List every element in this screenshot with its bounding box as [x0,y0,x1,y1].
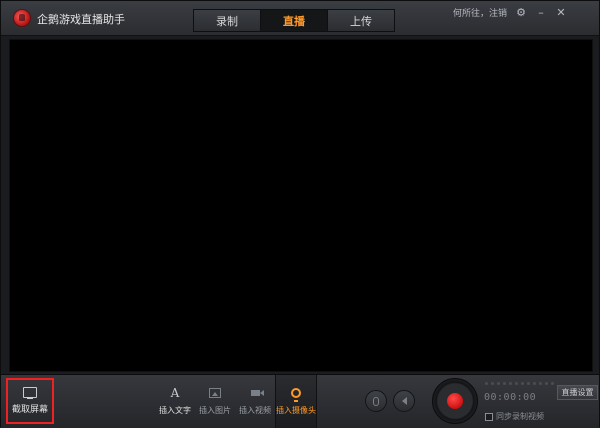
sync-record-option: 同步录制视频 [485,411,544,422]
user-links: 何所往，注销 [453,6,507,19]
penguin-logo-icon [14,10,30,26]
live-preview-area [9,39,593,372]
bottom-toolbar: 截取屏幕 A 插入文字 插入图片 插入视频 插入摄像头 00:00:00 同步录… [1,374,599,428]
insert-video-button[interactable]: 插入视频 [235,375,275,428]
monitor-icon [23,387,37,399]
insert-video-label: 插入视频 [239,406,271,415]
user-separator: ， [479,9,489,19]
audio-level-meter [485,382,554,385]
title-bar: 企鹅游戏直播助手 录制 直播 上传 何所往，注销 ⚙ – ✕ [1,1,599,36]
sync-record-checkbox[interactable] [485,412,493,421]
broadcast-timer: 00:00:00 [484,392,537,403]
text-icon: A [170,386,180,400]
insert-image-button[interactable]: 插入图片 [195,375,235,428]
insert-text-button[interactable]: A 插入文字 [155,375,195,428]
sync-record-label: 同步录制视频 [496,412,544,421]
speaker-button[interactable] [393,390,415,412]
insert-camera-label: 插入摄像头 [276,406,316,415]
close-icon[interactable]: ✕ [555,7,567,19]
user-area: 何所往，注销 ⚙ – ✕ [453,6,567,19]
gear-icon[interactable]: ⚙ [515,7,527,19]
microphone-button[interactable] [365,390,387,412]
record-dot-icon [447,393,463,409]
logout-link[interactable]: 注销 [489,9,507,19]
app-window: 企鹅游戏直播助手 录制 直播 上传 何所往，注销 ⚙ – ✕ 截取屏幕 A 插入… [0,0,600,428]
speaker-icon [401,397,407,405]
capture-screen-label: 截取屏幕 [11,405,48,415]
tab-live[interactable]: 直播 [261,10,328,31]
record-button[interactable] [432,378,478,424]
tab-record[interactable]: 录制 [194,10,261,31]
mode-tabs: 录制 直播 上传 [193,9,395,32]
minimize-icon[interactable]: – [535,7,547,19]
camera-icon [291,388,301,402]
username-link[interactable]: 何所往 [453,9,480,19]
live-settings-button[interactable]: 直播设置 [557,385,598,400]
microphone-icon [373,396,379,406]
insert-image-label: 插入图片 [199,406,231,415]
insert-text-label: 插入文字 [159,406,191,415]
app-title: 企鹅游戏直播助手 [37,13,125,26]
image-icon [209,388,221,398]
tab-upload[interactable]: 上传 [328,10,394,31]
video-icon [250,390,264,396]
insert-camera-button[interactable]: 插入摄像头 [275,375,317,428]
insert-group: A 插入文字 插入图片 插入视频 插入摄像头 [155,375,317,428]
capture-screen-button[interactable]: 截取屏幕 [6,378,54,424]
